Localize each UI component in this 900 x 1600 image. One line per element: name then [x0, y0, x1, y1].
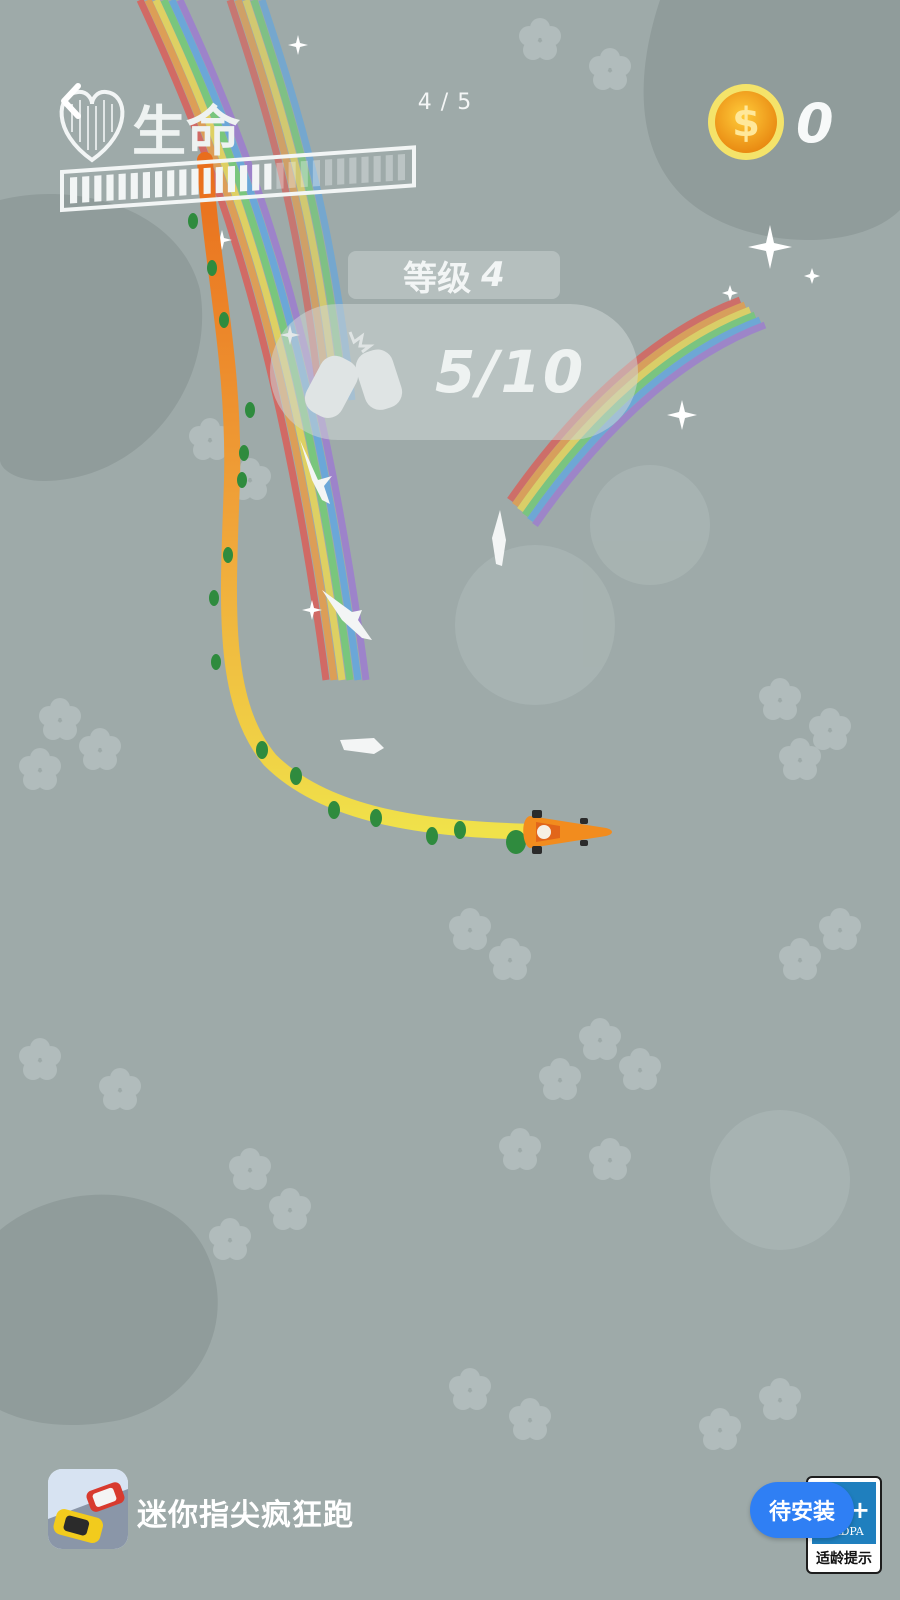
life-segment-filled — [70, 176, 78, 204]
life-segment-empty — [300, 160, 308, 188]
life-segment-empty — [349, 157, 357, 184]
life-segment-filled — [106, 174, 114, 201]
install-button[interactable]: 待安装 — [750, 1482, 854, 1538]
player-car — [523, 810, 612, 854]
life-label: 生命 — [132, 100, 240, 163]
life-segment-empty — [373, 155, 381, 183]
life-segment-filled — [118, 173, 126, 201]
back-button[interactable] — [52, 78, 92, 124]
crash-progress: 5/10 — [435, 338, 586, 406]
life-segment-filled — [142, 171, 150, 199]
life-segment-filled — [155, 170, 163, 198]
life-segment-empty — [325, 159, 333, 186]
life-segment-empty — [312, 159, 321, 187]
life-segment-filled — [240, 165, 248, 192]
life-segment-empty — [397, 154, 406, 181]
life-segment-empty — [276, 162, 284, 190]
life-segment-filled — [252, 164, 260, 191]
life-segment-filled — [227, 165, 236, 193]
life-segment-empty — [385, 154, 393, 182]
rating-caption: 适龄提示 — [816, 1551, 872, 1567]
life-segment-filled — [179, 169, 187, 196]
game-field[interactable]: 生命 $ — [0, 0, 900, 1600]
page-counter: 4 / 5 — [417, 90, 473, 115]
ad-app-icon[interactable] — [48, 1469, 128, 1549]
life-segment-filled — [215, 166, 223, 194]
level-badge: 等级 4 — [348, 251, 560, 299]
dollar-coin-icon: $ — [708, 84, 784, 160]
ad-app-name[interactable]: 迷你指尖疯狂跑 — [137, 1490, 354, 1534]
life-segment-filled — [203, 167, 211, 195]
level-number: 4 — [481, 255, 505, 295]
life-segment-filled — [264, 163, 272, 190]
life-segment-filled — [191, 168, 199, 195]
life-segment-empty — [337, 158, 345, 185]
life-segment-empty — [361, 156, 369, 184]
life-segment-empty — [288, 161, 296, 189]
life-segment-filled — [130, 172, 138, 200]
coin-count: 0 — [796, 92, 834, 155]
life-segment-filled — [82, 176, 90, 203]
svg-text:$: $ — [732, 100, 760, 146]
chevron-left-icon — [61, 83, 81, 119]
racing-cars-icon — [48, 1469, 128, 1549]
level-label: 等级 — [403, 258, 472, 299]
life-segment-filled — [94, 175, 102, 202]
life-segment-filled — [167, 170, 175, 197]
